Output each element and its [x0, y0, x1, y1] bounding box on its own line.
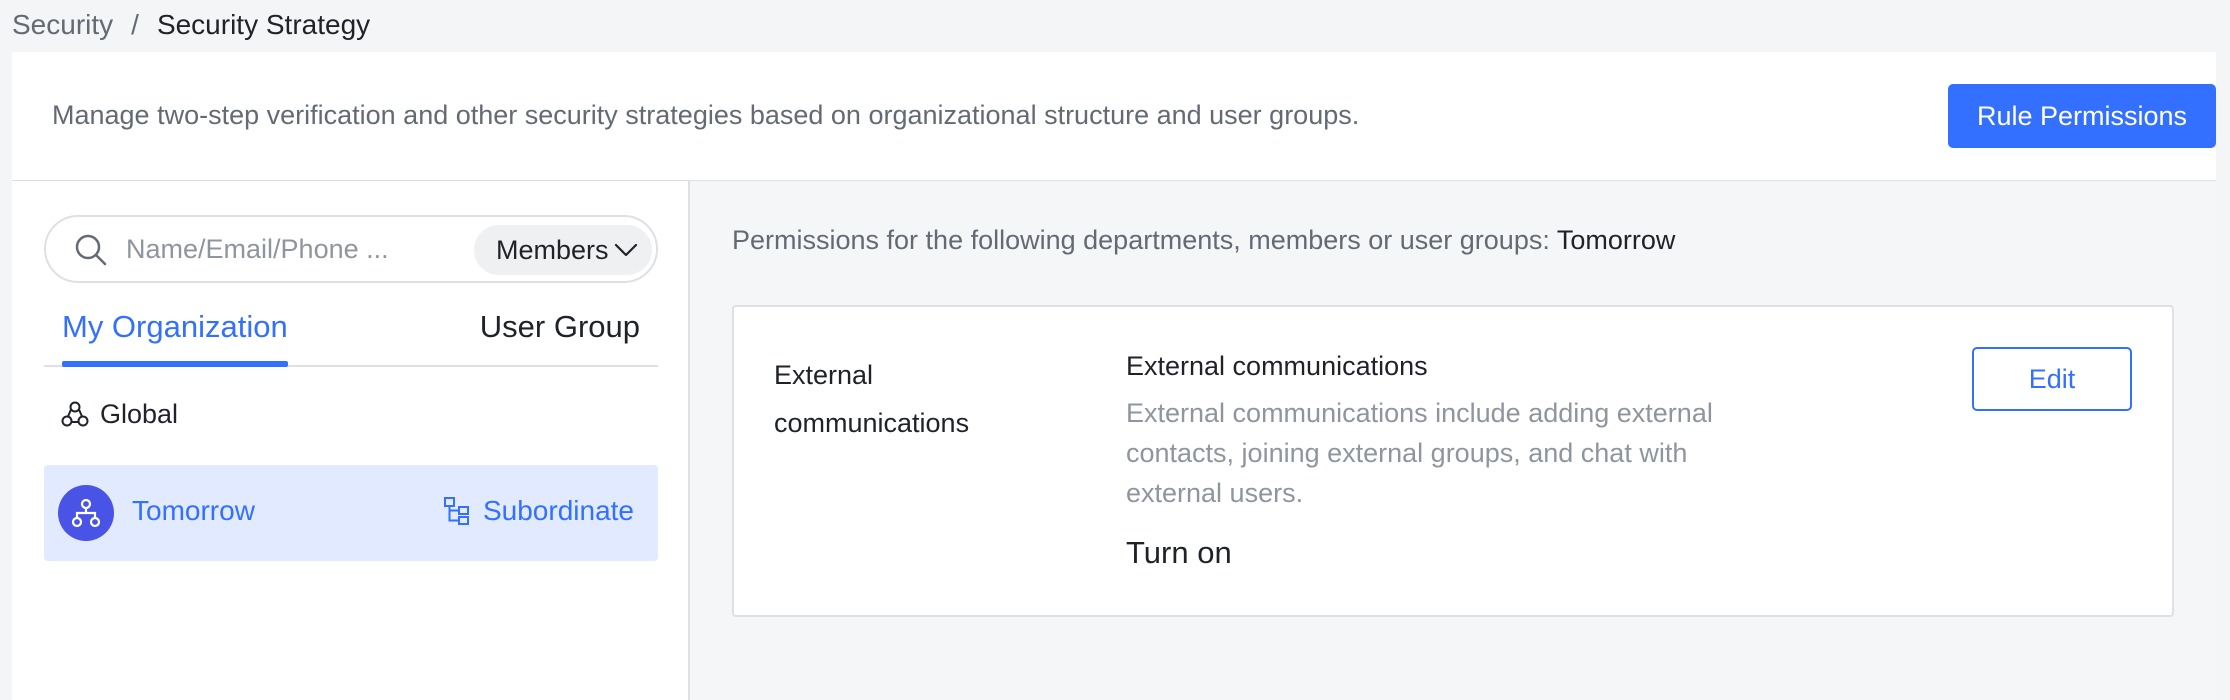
policy-status: Turn on — [1126, 535, 1232, 570]
breadcrumb-separator: / — [131, 9, 139, 40]
page-description: Manage two-step verification and other s… — [52, 100, 1360, 130]
tab-user-group-label: User Group — [479, 309, 640, 344]
tab-my-organization-label: My Organization — [62, 309, 288, 344]
permissions-heading: Permissions for the following department… — [732, 225, 1675, 256]
subordinate-button[interactable]: Subordinate — [443, 495, 634, 527]
policy-description: External communications include adding e… — [1126, 398, 1713, 508]
policy-title: External communications — [1126, 351, 1428, 381]
policy-name: External communications — [774, 360, 970, 438]
org-chart-icon — [71, 498, 101, 528]
permissions-heading-prefix: Permissions for the following department… — [732, 225, 1550, 255]
hierarchy-icon — [443, 497, 469, 525]
search-box[interactable]: Members — [44, 215, 658, 283]
breadcrumb-current: Security Strategy — [156, 9, 371, 40]
network-icon — [61, 401, 89, 427]
rule-permissions-button[interactable]: Rule Permissions — [1948, 84, 2216, 148]
tab-user-group[interactable]: User Group — [480, 309, 640, 357]
active-tab-indicator — [62, 361, 288, 367]
org-tabs: My Organization User Group — [44, 301, 658, 367]
search-icon — [75, 234, 107, 266]
permissions-panel: Permissions for the following department… — [690, 181, 2216, 700]
tree-item-tomorrow[interactable]: Tomorrow Subordinate — [44, 465, 658, 561]
tree-item-global[interactable]: Global — [60, 394, 178, 434]
tree-item-tomorrow-label: Tomorrow — [132, 495, 255, 526]
security-strategy-card: Manage two-step verification and other s… — [12, 52, 2216, 700]
tree-item-global-label: Global — [100, 398, 179, 429]
organization-panel: Members My Organization User Group — [12, 181, 690, 700]
edit-button[interactable]: Edit — [1972, 347, 2132, 411]
subordinate-label: Subordinate — [482, 495, 634, 526]
member-type-value: Members — [496, 234, 609, 265]
permissions-target: Tomorrow — [1556, 225, 1676, 255]
breadcrumb-security-link[interactable]: Security — [12, 9, 113, 41]
chevron-down-icon — [614, 243, 637, 257]
tab-my-organization[interactable]: My Organization — [62, 309, 288, 367]
policy-card: External communications External communi… — [732, 305, 2174, 617]
member-type-select[interactable]: Members — [474, 225, 652, 275]
breadcrumb: Security / Security Strategy — [12, 8, 370, 42]
search-input[interactable] — [126, 229, 426, 269]
card-header: Manage two-step verification and other s… — [12, 52, 2216, 181]
avatar — [58, 485, 114, 541]
